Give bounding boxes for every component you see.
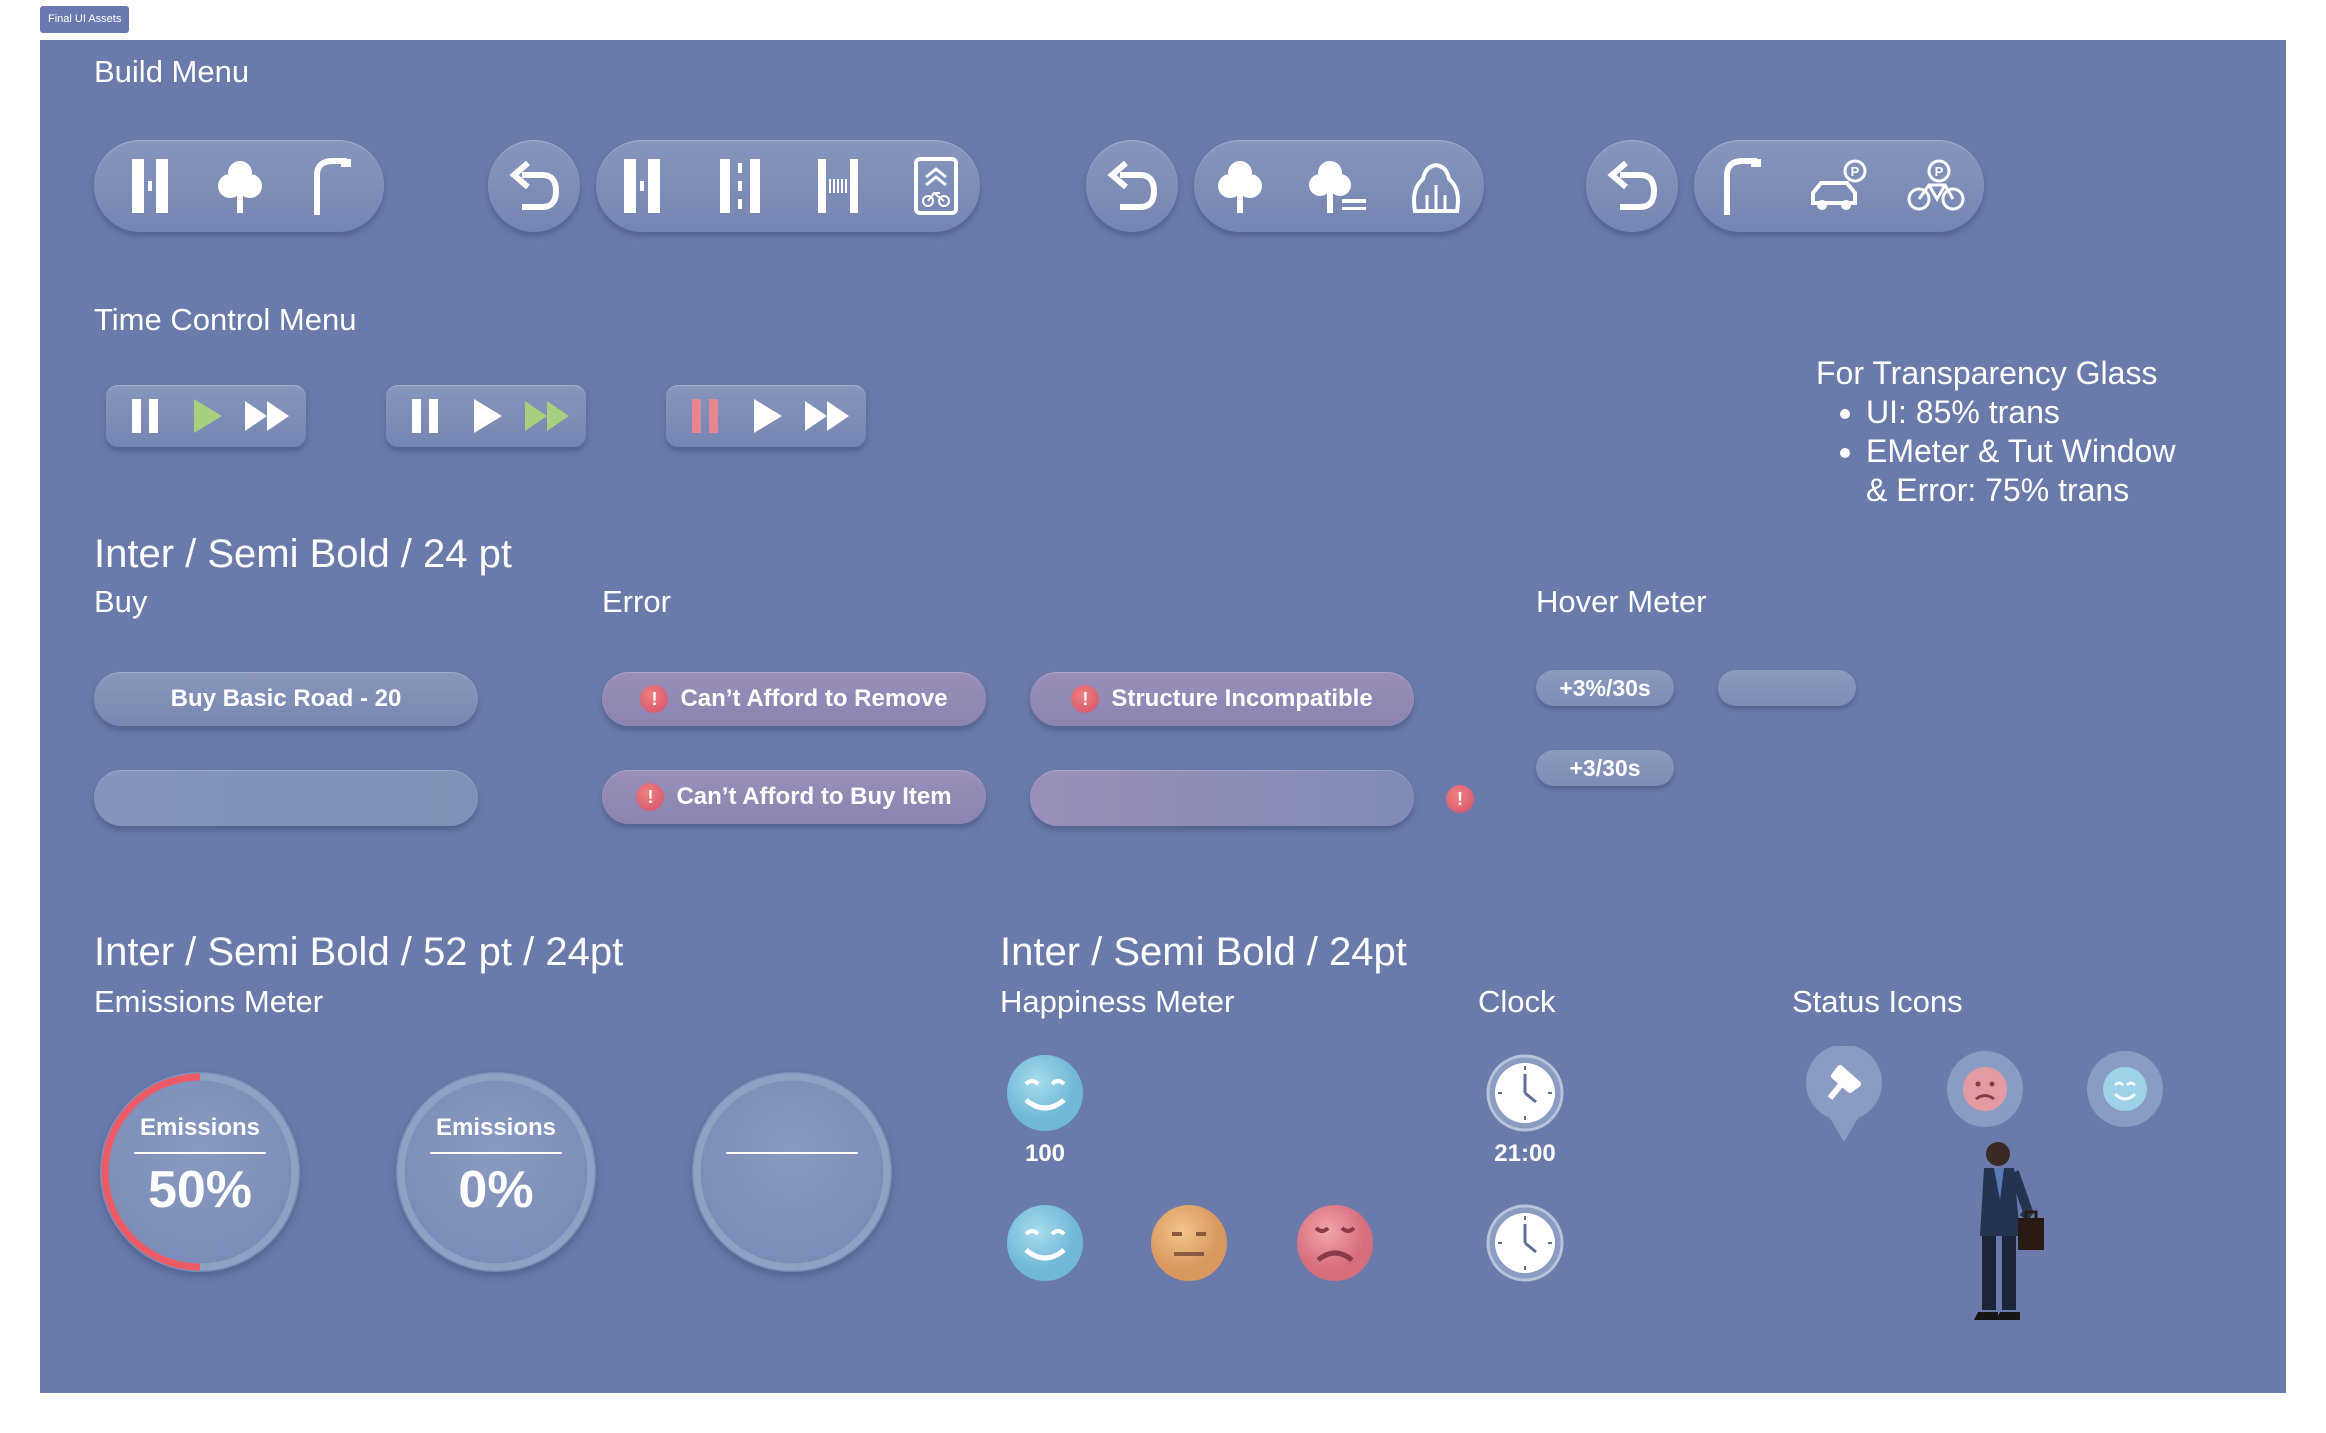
happy-status-icon: [2086, 1050, 2164, 1128]
tree-bench-icon[interactable]: [1302, 150, 1374, 222]
emissions-value: 0%: [458, 1161, 534, 1219]
time-control-bar: [106, 385, 306, 447]
svg-text:P: P: [1935, 164, 1944, 179]
bushes-icon[interactable]: [1400, 150, 1472, 222]
clock-icon: [1486, 1054, 1564, 1132]
hover-meter-flat: +3/30s: [1536, 750, 1674, 786]
frame-tag: Final UI Assets: [40, 6, 130, 33]
emissions-value: 50%: [147, 1161, 253, 1219]
undo-button[interactable]: [488, 140, 580, 232]
sad-face-icon: [1296, 1204, 1374, 1282]
emissions-ring: [693, 1073, 891, 1271]
streetlamp-icon[interactable]: [294, 150, 366, 222]
transparency-note-item: & Error: 75% trans: [1866, 472, 2130, 508]
emissions-meter-empty: [692, 1072, 892, 1272]
build-status-icon: [1804, 1044, 1884, 1146]
build-menu-props: P P: [1694, 140, 1984, 232]
emissions-divider: [726, 1152, 858, 1154]
play-icon[interactable]: [186, 395, 228, 437]
road-icon[interactable]: [606, 150, 678, 222]
businessman-character-image: [1948, 1140, 2068, 1330]
clock-time: 21:00: [1494, 1140, 1556, 1167]
error-toast-incompatible: ! Structure Incompatible: [1030, 672, 1414, 726]
undo-button[interactable]: [1586, 140, 1678, 232]
pause-icon[interactable]: [124, 395, 166, 437]
emissions-divider: [430, 1152, 562, 1154]
undo-icon: [498, 150, 570, 222]
clock-heading: Clock: [1478, 984, 1556, 1019]
error-icon: !: [636, 783, 665, 811]
road-dashed-icon[interactable]: [704, 150, 776, 222]
pause-icon[interactable]: [684, 395, 726, 437]
road-icon[interactable]: [114, 150, 186, 222]
canvas: Build Menu P P Time Control Menu For Tra…: [40, 40, 2286, 1393]
emissions-heading: Emissions Meter: [94, 984, 324, 1019]
happiness-heading: Happiness Meter: [1000, 984, 1235, 1019]
error-toast-buy-item: ! Can’t Afford to Buy Item: [602, 770, 986, 824]
undo-button[interactable]: [1086, 140, 1178, 232]
car-parking-icon[interactable]: P: [1802, 150, 1874, 222]
pause-icon[interactable]: [404, 395, 446, 437]
happy-face-icon: [1006, 1054, 1084, 1132]
transparency-note-item: UI: 85% trans: [1866, 393, 2175, 432]
emissions-label: Emissions: [139, 1114, 261, 1141]
play-icon[interactable]: [746, 395, 788, 437]
error-message: Structure Incompatible: [1111, 685, 1373, 712]
fast-forward-icon[interactable]: [522, 395, 574, 437]
fast-forward-icon[interactable]: [242, 395, 294, 437]
error-toast-empty: [1030, 770, 1414, 826]
sad-status-icon: [1946, 1050, 2024, 1128]
build-menu-roads: [596, 140, 980, 232]
font-spec-heading: Inter / Semi Bold / 24pt: [1000, 930, 1407, 974]
hover-meter-empty: [1718, 670, 1856, 706]
status-icons-heading: Status Icons: [1792, 984, 1963, 1019]
build-menu-heading: Build Menu: [94, 54, 250, 89]
crosswalk-icon[interactable]: [802, 150, 874, 222]
hover-meter-heading: Hover Meter: [1536, 584, 1707, 619]
hover-meter-percent: +3%/30s: [1536, 670, 1674, 706]
svg-text:P: P: [1851, 164, 1860, 179]
buy-button[interactable]: Buy Basic Road - 20: [94, 672, 478, 726]
emissions-meter: Emissions 50%: [100, 1072, 300, 1272]
emissions-meter: Emissions 0%: [396, 1072, 596, 1272]
transparency-note-title: For Transparency Glass: [1816, 355, 2158, 391]
fast-forward-icon[interactable]: [802, 395, 854, 437]
time-control-heading: Time Control Menu: [94, 302, 357, 337]
error-heading: Error: [602, 584, 671, 619]
happy-face-icon: [1006, 1204, 1084, 1282]
streetlamp-icon[interactable]: [1704, 150, 1776, 222]
undo-icon: [1096, 150, 1168, 222]
font-spec-heading: Inter / Semi Bold / 52 pt / 24pt: [94, 930, 624, 974]
font-spec-heading: Inter / Semi Bold / 24 pt: [94, 532, 512, 576]
error-icon: !: [1446, 785, 1474, 813]
error-message: Can’t Afford to Remove: [680, 685, 948, 712]
hover-meter-value: +3/30s: [1569, 754, 1641, 781]
play-icon[interactable]: [466, 395, 508, 437]
tree-icon[interactable]: [1204, 150, 1276, 222]
buy-button-empty[interactable]: [94, 770, 478, 826]
undo-icon: [1596, 150, 1668, 222]
buy-heading: Buy: [94, 584, 148, 619]
emissions-label: Emissions: [435, 1114, 557, 1141]
transparency-note-item: EMeter & Tut Window: [1866, 432, 2175, 471]
error-icon: !: [640, 685, 669, 713]
neutral-face-icon: [1150, 1204, 1228, 1282]
error-message: Can’t Afford to Buy Item: [676, 783, 952, 810]
happiness-value: 100: [1024, 1140, 1066, 1167]
build-menu-main: [94, 140, 384, 232]
bike-lane-icon[interactable]: [900, 150, 972, 222]
emissions-divider: [134, 1152, 266, 1154]
clock-icon: [1486, 1204, 1564, 1282]
error-toast-remove: ! Can’t Afford to Remove: [602, 672, 986, 726]
error-icon: !: [1071, 685, 1100, 713]
tree-icon[interactable]: [204, 150, 276, 222]
buy-button-label: Buy Basic Road - 20: [170, 685, 402, 712]
time-control-bar: [386, 385, 586, 447]
transparency-note: For Transparency Glass UI: 85% trans EMe…: [1816, 354, 2175, 510]
build-menu-trees: [1194, 140, 1484, 232]
bike-parking-icon[interactable]: P: [1900, 150, 1972, 222]
time-control-bar: [666, 385, 866, 447]
hover-meter-value: +3%/30s: [1559, 674, 1651, 701]
